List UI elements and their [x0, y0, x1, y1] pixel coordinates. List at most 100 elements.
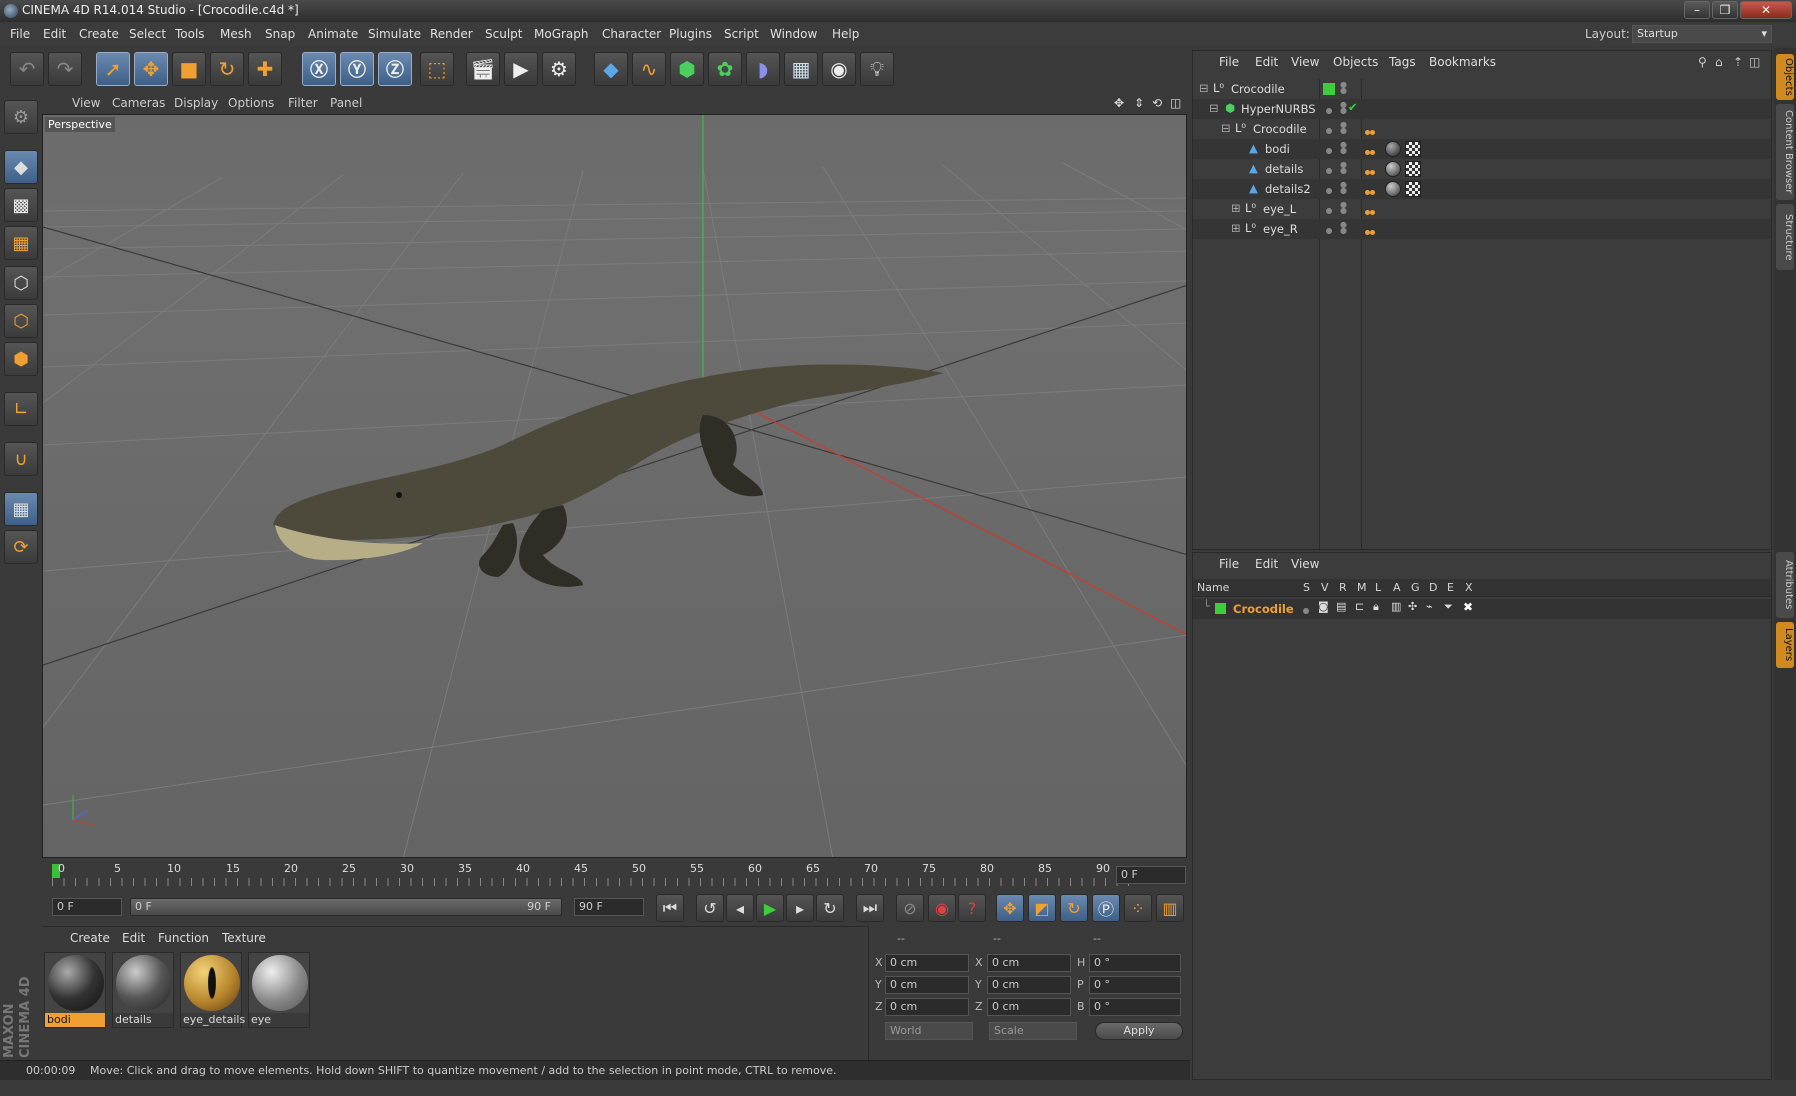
menu-create[interactable]: Create — [79, 27, 119, 41]
record-point-level-button[interactable]: ⁘ — [1124, 894, 1152, 922]
objects-menu-bookmarks[interactable]: Bookmarks — [1429, 55, 1496, 69]
autokey-button[interactable]: ◉ — [928, 894, 956, 922]
viewport-menu-view[interactable]: View — [72, 96, 100, 110]
viewport-zoom-icon[interactable]: ⇕ — [1134, 96, 1144, 110]
tab-structure[interactable]: Structure — [1776, 204, 1794, 270]
menu-file[interactable]: File — [10, 27, 30, 41]
add-spline-button[interactable]: ∿ — [632, 52, 666, 86]
layer-row[interactable]: └ Crocodile ◙ ▤ ⊏ 🔒︎ ▥ ✣ ⌁ ⏷ ✖ — [1193, 599, 1771, 619]
editor-visibility-dot[interactable] — [1326, 203, 1332, 217]
viewport-maximize-icon[interactable]: ◫ — [1170, 96, 1181, 110]
add-nurbs-button[interactable]: ⬢ — [670, 52, 704, 86]
visibility-dots-icon[interactable]: ● ● — [1340, 221, 1347, 235]
view-eye-icon[interactable]: ◙ — [1318, 600, 1329, 613]
lock-icon[interactable]: 🔒︎ — [1373, 600, 1379, 614]
rotation-h-field[interactable]: 0 ° — [1089, 954, 1181, 972]
viewport-move-icon[interactable]: ✥ — [1114, 96, 1124, 110]
material-menu-function[interactable]: Function — [158, 931, 209, 945]
axis-mode-button[interactable]: ∟ — [4, 392, 38, 426]
material-swatch[interactable]: eye — [248, 952, 310, 1028]
menu-script[interactable]: Script — [724, 27, 759, 41]
menu-edit[interactable]: Edit — [43, 27, 66, 41]
material-tag-icon[interactable] — [1385, 181, 1401, 197]
go-to-start-button[interactable]: ⏮ — [656, 894, 684, 922]
add-array-button[interactable]: ✿ — [708, 52, 742, 86]
object-row-details2[interactable]: ▲ details2 ● ● — [1193, 179, 1771, 199]
object-row-crocodile-group[interactable]: ⊟ L⁰ Crocodile ● ● — [1193, 119, 1771, 139]
frame-range-slider[interactable]: 0 F 90 F — [130, 898, 562, 916]
texture-mode-button[interactable]: ▩ — [4, 188, 38, 222]
menu-animate[interactable]: Animate — [308, 27, 358, 41]
tab-content-browser[interactable]: Content Browser — [1776, 104, 1794, 200]
maximize-button[interactable]: ❐ — [1712, 1, 1738, 19]
menu-character[interactable]: Character — [602, 27, 661, 41]
generator-icon[interactable]: ✣ — [1408, 600, 1417, 613]
add-deformer-button[interactable]: ◗ — [746, 52, 780, 86]
z-axis-lock-button[interactable]: Ⓩ — [378, 52, 412, 86]
object-row-bodi[interactable]: ▲ bodi ● ● — [1193, 139, 1771, 159]
next-key-button[interactable]: ↻ — [816, 894, 844, 922]
viewport-menu-options[interactable]: Options — [228, 96, 274, 110]
workplane-lock-button[interactable]: ▦ — [4, 492, 38, 526]
y-axis-lock-button[interactable]: Ⓨ — [340, 52, 374, 86]
snap-button[interactable]: ∪ — [4, 442, 38, 476]
collapse-icon[interactable]: ⊟ — [1221, 121, 1231, 135]
next-frame-button[interactable]: ▸ — [786, 894, 814, 922]
apply-button[interactable]: Apply — [1095, 1022, 1183, 1040]
menu-simulate[interactable]: Simulate — [368, 27, 421, 41]
menu-snap[interactable]: Snap — [265, 27, 295, 41]
enabled-check-icon[interactable]: ✔ — [1348, 100, 1358, 114]
move-tool-button[interactable]: ✥ — [134, 52, 168, 86]
material-tag-icon[interactable] — [1385, 141, 1401, 157]
expression-icon[interactable]: ⏷ — [1444, 600, 1453, 614]
display-tag-icon[interactable] — [1365, 124, 1375, 138]
menu-select[interactable]: Select — [129, 27, 166, 41]
position-x-field[interactable]: 0 cm — [885, 954, 969, 972]
layout-dropdown[interactable]: Startup ▾ — [1632, 25, 1772, 43]
object-row-details[interactable]: ▲ details ● ● — [1193, 159, 1771, 179]
position-y-field[interactable]: 0 cm — [885, 976, 969, 994]
object-row-hypernurbs[interactable]: ⊟ ⬢ HyperNURBS ● ● ✔ — [1193, 99, 1771, 119]
material-menu-create[interactable]: Create — [70, 931, 110, 945]
objects-menu-view[interactable]: View — [1291, 55, 1319, 69]
live-selection-button[interactable]: ➚ — [96, 52, 130, 86]
go-to-end-button[interactable]: ⏭ — [856, 894, 884, 922]
material-swatch[interactable]: eye_details — [180, 952, 245, 1028]
size-mode-dropdown[interactable]: Scale — [989, 1022, 1077, 1040]
render-view-button[interactable]: 🎬︎ — [466, 52, 500, 86]
manager-tree-icon[interactable]: ⊏ — [1355, 600, 1364, 613]
menu-help[interactable]: Help — [832, 27, 859, 41]
material-swatch[interactable]: details — [112, 952, 174, 1028]
animation-film-icon[interactable]: ▥ — [1391, 600, 1401, 613]
material-menu-edit[interactable]: Edit — [122, 931, 145, 945]
layers-menu-edit[interactable]: Edit — [1255, 557, 1278, 571]
viewport-menu-filter[interactable]: Filter — [288, 96, 318, 110]
play-button[interactable]: ▶ — [756, 894, 784, 922]
editor-visibility-dot[interactable] — [1326, 123, 1332, 137]
home-icon[interactable]: ⌂ — [1715, 55, 1723, 69]
record-keys-button[interactable]: ⊘ — [896, 894, 924, 922]
workplane-mode-button[interactable]: ▦ — [4, 226, 38, 260]
render-clapper-icon[interactable]: ▤ — [1336, 600, 1346, 613]
render-picture-viewer-button[interactable]: ▶ — [504, 52, 538, 86]
end-frame-field[interactable]: 90 F — [574, 898, 644, 916]
objects-menu-objects[interactable]: Objects — [1333, 55, 1378, 69]
phong-tag-icon[interactable] — [1365, 144, 1375, 158]
coordinate-system-button[interactable]: ⬚ — [420, 52, 454, 86]
polygons-mode-button[interactable]: ⬢ — [4, 342, 38, 376]
material-swatch[interactable]: bodi — [44, 952, 106, 1028]
perspective-viewport[interactable] — [42, 114, 1187, 858]
uvw-tag-icon[interactable] — [1405, 161, 1421, 177]
size-x-field[interactable]: 0 cm — [987, 954, 1071, 972]
start-frame-field[interactable]: 0 F — [52, 898, 122, 916]
layer-color-swatch[interactable] — [1215, 603, 1226, 614]
menu-sculpt[interactable]: Sculpt — [485, 27, 522, 41]
phong-tag-icon[interactable] — [1365, 184, 1375, 198]
editor-visibility-dot[interactable] — [1326, 103, 1332, 117]
editor-visibility-dot[interactable] — [1326, 183, 1332, 197]
position-z-field[interactable]: 0 cm — [885, 998, 969, 1016]
redo-button[interactable]: ↷ — [48, 52, 82, 86]
visibility-dots-icon[interactable]: ● ● — [1340, 201, 1347, 215]
record-rotation-button[interactable]: ↻ — [1060, 894, 1088, 922]
phong-tag-icon[interactable] — [1365, 164, 1375, 178]
